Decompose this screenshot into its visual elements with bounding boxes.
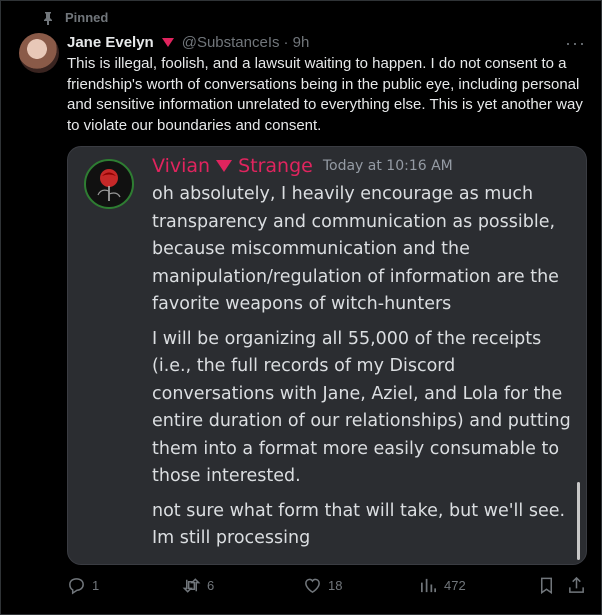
repost-button[interactable]: 6 [182, 576, 214, 595]
pinned-label: Pinned [65, 10, 109, 25]
like-button[interactable]: 18 [303, 576, 342, 595]
bookmark-icon [540, 577, 553, 595]
discord-message: I will be organizing all 55,000 of the r… [152, 328, 571, 487]
tweet-time[interactable]: · 9h [284, 34, 310, 51]
share-icon [569, 576, 584, 593]
reply-count: 1 [92, 578, 100, 593]
share-button[interactable] [567, 576, 586, 595]
discord-screenshot-image[interactable]: Vivian Strange Today at 10:16 AM oh abso… [67, 146, 587, 565]
views-button[interactable]: 472 [419, 576, 466, 595]
more-options-icon[interactable]: ··· [565, 33, 586, 54]
bookmark-button[interactable] [537, 576, 556, 595]
author-name[interactable]: Jane Evelyn [67, 34, 154, 51]
discord-message: oh absolutely, I heavily encourage as mu… [152, 184, 559, 314]
discord-message: not sure what form that will take, but w… [152, 500, 566, 549]
rose-avatar-icon [84, 159, 134, 209]
view-count: 472 [444, 578, 466, 593]
repost-icon [182, 578, 201, 593]
scrollbar[interactable] [577, 482, 580, 560]
discord-username-last: Strange [238, 155, 313, 177]
discord-timestamp: Today at 10:16 AM [322, 158, 453, 174]
discord-message-header: Vivian Strange Today at 10:16 AM [152, 155, 453, 177]
red-triangle-icon [161, 38, 174, 47]
like-count: 18 [328, 578, 343, 593]
author-handle[interactable]: @SubstanceIs [182, 34, 280, 51]
tweet-header: Jane Evelyn @SubstanceIs · 9h [67, 34, 309, 51]
discord-message-body: oh absolutely, I heavily encourage as mu… [152, 181, 576, 560]
analytics-icon [420, 578, 437, 593]
discord-username-first: Vivian [152, 155, 211, 177]
author-avatar[interactable] [19, 33, 59, 73]
pinned-indicator: Pinned [41, 10, 108, 25]
pin-icon [44, 11, 52, 25]
repost-count: 6 [207, 578, 215, 593]
red-triangle-icon [216, 160, 233, 172]
tweet-text: This is illegal, foolish, and a lawsuit … [67, 55, 583, 134]
heart-icon [305, 578, 320, 594]
tweet-actions-bar: 1 6 18 472 [1, 576, 602, 600]
reply-icon [69, 578, 84, 595]
tweet-container[interactable]: Pinned Jane Evelyn @SubstanceIs · 9h ···… [0, 0, 602, 615]
reply-button[interactable]: 1 [67, 576, 99, 595]
